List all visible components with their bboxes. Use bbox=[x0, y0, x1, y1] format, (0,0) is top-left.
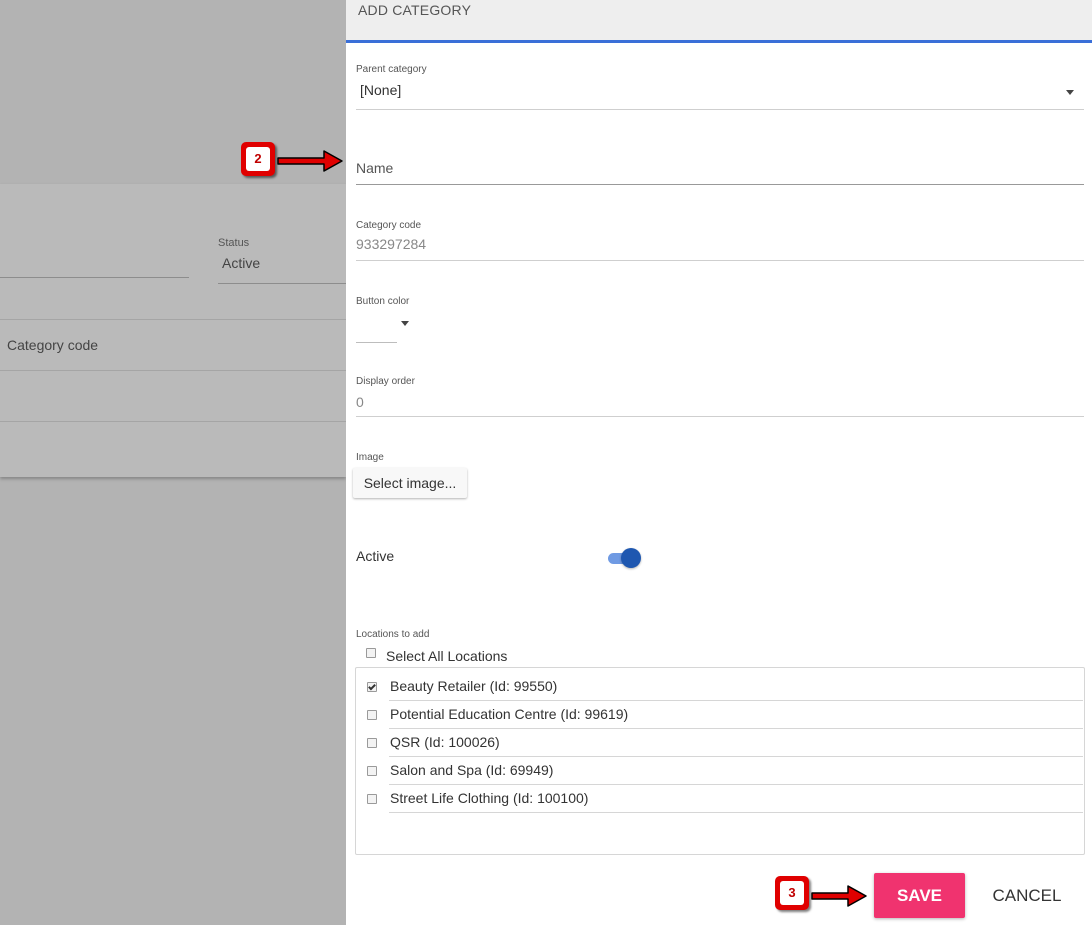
step-badge: 2 bbox=[241, 142, 275, 176]
background-field-underline bbox=[0, 277, 189, 278]
background-status-value: Active bbox=[222, 255, 261, 271]
parent-category-label: Parent category bbox=[356, 64, 427, 75]
display-order-label: Display order bbox=[356, 376, 415, 387]
location-item[interactable]: Salon and Spa (Id: 69949) bbox=[356, 752, 1084, 785]
button-color-swatch-underline bbox=[356, 342, 397, 343]
parent-category-value: [None] bbox=[360, 82, 402, 98]
location-item[interactable]: Beauty Retailer (Id: 99550) bbox=[356, 668, 1084, 701]
checkbox-icon bbox=[367, 738, 377, 748]
name-placeholder: Name bbox=[356, 160, 394, 176]
dialog-header: ADD CATEGORY bbox=[346, 0, 1092, 43]
background-divider bbox=[0, 370, 346, 371]
dialog-title: ADD CATEGORY bbox=[358, 2, 472, 18]
chevron-down-icon bbox=[401, 321, 409, 326]
category-code-value: 933297284 bbox=[356, 236, 427, 252]
location-item-label: Beauty Retailer (Id: 99550) bbox=[390, 678, 558, 694]
checkbox-icon bbox=[367, 794, 377, 804]
checkbox-icon bbox=[366, 648, 376, 658]
step-number: 3 bbox=[780, 881, 804, 905]
checkbox-checked-icon bbox=[367, 682, 377, 692]
category-code-field[interactable]: 933297284 bbox=[356, 234, 1084, 260]
select-image-button[interactable]: Select image... bbox=[353, 468, 467, 498]
location-item[interactable]: Street Life Clothing (Id: 100100) bbox=[356, 780, 1084, 813]
location-item[interactable]: QSR (Id: 100026) bbox=[356, 724, 1084, 757]
location-item-label: Street Life Clothing (Id: 100100) bbox=[390, 790, 589, 806]
button-color-picker[interactable] bbox=[356, 312, 414, 343]
category-code-underline bbox=[356, 260, 1084, 261]
location-item[interactable]: Potential Education Centre (Id: 99619) bbox=[356, 696, 1084, 729]
display-order-field[interactable]: 0 bbox=[356, 392, 1084, 416]
chevron-down-icon bbox=[1066, 90, 1074, 95]
category-code-label: Category code bbox=[356, 220, 422, 231]
arrow-right-icon bbox=[811, 885, 867, 907]
background-divider bbox=[0, 319, 346, 320]
save-button[interactable]: SAVE bbox=[874, 873, 965, 918]
display-order-underline bbox=[356, 416, 1084, 417]
select-all-locations-checkbox[interactable]: Select All Locations bbox=[364, 645, 544, 665]
name-field[interactable]: Name bbox=[356, 150, 1084, 184]
background-page-panel bbox=[0, 184, 346, 477]
locations-list: Beauty Retailer (Id: 99550) Potential Ed… bbox=[355, 667, 1085, 855]
active-label: Active bbox=[356, 548, 395, 564]
location-item-label: Salon and Spa (Id: 69949) bbox=[390, 762, 554, 778]
active-toggle[interactable] bbox=[608, 547, 642, 569]
name-underline bbox=[356, 184, 1084, 185]
checkbox-icon bbox=[367, 766, 377, 776]
checkbox-icon bbox=[367, 710, 377, 720]
button-color-label: Button color bbox=[356, 296, 410, 307]
select-all-locations-label: Select All Locations bbox=[386, 648, 508, 664]
display-order-value: 0 bbox=[356, 394, 364, 410]
cancel-button[interactable]: CANCEL bbox=[979, 873, 1075, 918]
background-status-underline bbox=[218, 283, 346, 284]
parent-category-select[interactable]: [None] bbox=[356, 78, 1084, 108]
step-number: 2 bbox=[246, 147, 270, 171]
location-item-label: QSR (Id: 100026) bbox=[390, 734, 500, 750]
background-divider bbox=[0, 421, 346, 422]
location-item-label: Potential Education Centre (Id: 99619) bbox=[390, 706, 629, 722]
image-label: Image bbox=[356, 452, 384, 463]
location-item-divider bbox=[389, 812, 1083, 813]
parent-category-underline bbox=[356, 109, 1084, 110]
add-category-dialog: ADD CATEGORY Parent category [None] Name… bbox=[346, 0, 1092, 925]
locations-label: Locations to add bbox=[356, 629, 430, 640]
toggle-knob bbox=[621, 548, 641, 568]
background-status-label: Status bbox=[218, 237, 250, 249]
arrow-right-icon bbox=[277, 150, 343, 172]
step-badge: 3 bbox=[775, 876, 809, 910]
background-column-header: Category code bbox=[7, 337, 99, 353]
